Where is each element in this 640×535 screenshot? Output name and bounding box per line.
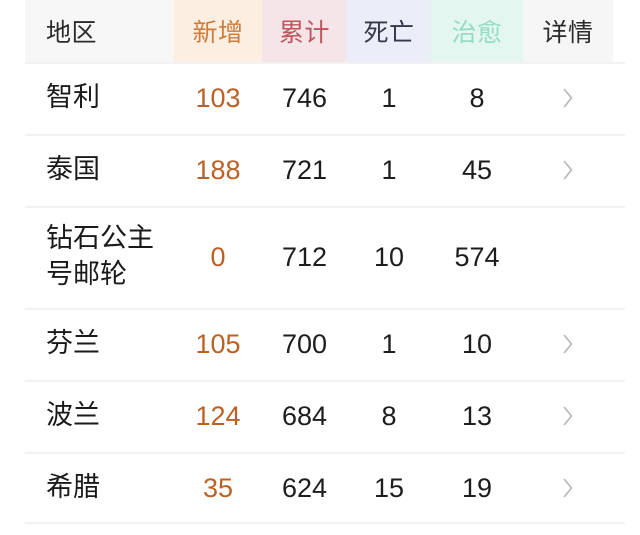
table-body: 智利 103 746 1 8 泰国 188 721 1 45 钻石公主号邮轮 0 712 10 574 芬兰 1… <box>0 62 640 524</box>
table-header-row: 地区 新增 累计 死亡 治愈 详情 <box>0 0 640 62</box>
cell-cured: 8 <box>469 82 485 113</box>
cell-deaths: 1 <box>381 154 397 185</box>
row-divider <box>25 522 625 524</box>
cell-new-cases: 103 <box>195 82 241 113</box>
cell-deaths: 10 <box>373 241 405 272</box>
cell-region: 智利 <box>46 82 100 113</box>
cell-region: 希腊 <box>46 472 100 503</box>
cell-total-cases: 746 <box>281 82 328 113</box>
cell-region: 泰国 <box>46 154 100 185</box>
cell-deaths: 8 <box>381 400 397 431</box>
table-row[interactable]: 芬兰 105 700 1 10 <box>0 308 640 380</box>
chevron-right-icon[interactable] <box>561 86 575 110</box>
row-divider <box>25 206 625 208</box>
cell-new-cases: 105 <box>195 328 241 359</box>
cell-detail[interactable] <box>523 332 613 356</box>
column-header-death[interactable]: 死亡 <box>347 0 431 62</box>
row-divider <box>25 62 625 64</box>
cell-deaths: 1 <box>381 82 397 113</box>
chevron-right-icon[interactable] <box>561 476 575 500</box>
cell-detail[interactable] <box>523 476 613 500</box>
cell-total-cases: 721 <box>281 154 328 185</box>
cell-total-cases: 700 <box>281 328 328 359</box>
cell-total-cases: 624 <box>281 472 328 503</box>
cell-total-cases: 712 <box>281 241 328 272</box>
header-right-gutter <box>613 0 640 62</box>
column-header-cured[interactable]: 治愈 <box>431 0 523 62</box>
cell-cured: 574 <box>454 241 500 272</box>
row-divider <box>25 308 625 310</box>
cell-total-cases: 684 <box>281 400 328 431</box>
column-header-detail[interactable]: 详情 <box>523 0 613 62</box>
column-header-total[interactable]: 累计 <box>262 0 347 62</box>
table-row[interactable]: 波兰 124 684 8 13 <box>0 380 640 452</box>
country-stats-table: 地区 新增 累计 死亡 治愈 详情 智利 103 746 1 8 泰国 188 721 1 45 钻… <box>0 0 640 524</box>
cell-cured: 13 <box>461 400 493 431</box>
cell-detail[interactable] <box>523 86 613 110</box>
cell-new-cases: 188 <box>195 154 241 185</box>
cell-region: 芬兰 <box>46 328 100 359</box>
cell-new-cases: 35 <box>202 472 234 503</box>
table-row[interactable]: 希腊 35 624 15 19 <box>0 452 640 524</box>
cell-deaths: 15 <box>373 472 405 503</box>
column-header-region[interactable]: 地区 <box>25 0 174 62</box>
row-divider <box>25 134 625 136</box>
column-header-new[interactable]: 新增 <box>174 0 262 62</box>
cell-new-cases: 0 <box>210 241 226 272</box>
chevron-right-icon[interactable] <box>561 404 575 428</box>
cell-deaths: 1 <box>381 328 397 359</box>
table-row[interactable]: 钻石公主号邮轮 0 712 10 574 <box>0 206 640 308</box>
row-divider <box>25 452 625 454</box>
epidemic-stats-table-screen: 地区 新增 累计 死亡 治愈 详情 智利 103 746 1 8 泰国 188 721 1 45 钻… <box>0 0 640 535</box>
cell-region: 波兰 <box>46 400 100 431</box>
cell-detail[interactable] <box>523 158 613 182</box>
row-divider <box>25 380 625 382</box>
chevron-right-icon[interactable] <box>561 332 575 356</box>
cell-region: 钻石公主号邮轮 <box>46 223 154 289</box>
cell-cured: 19 <box>461 472 493 503</box>
table-row[interactable]: 泰国 188 721 1 45 <box>0 134 640 206</box>
chevron-right-icon[interactable] <box>561 158 575 182</box>
cell-cured: 45 <box>461 154 493 185</box>
table-row[interactable]: 智利 103 746 1 8 <box>0 62 640 134</box>
header-left-gutter <box>0 0 25 62</box>
cell-cured: 10 <box>461 328 493 359</box>
cell-detail[interactable] <box>523 404 613 428</box>
cell-new-cases: 124 <box>195 400 241 431</box>
